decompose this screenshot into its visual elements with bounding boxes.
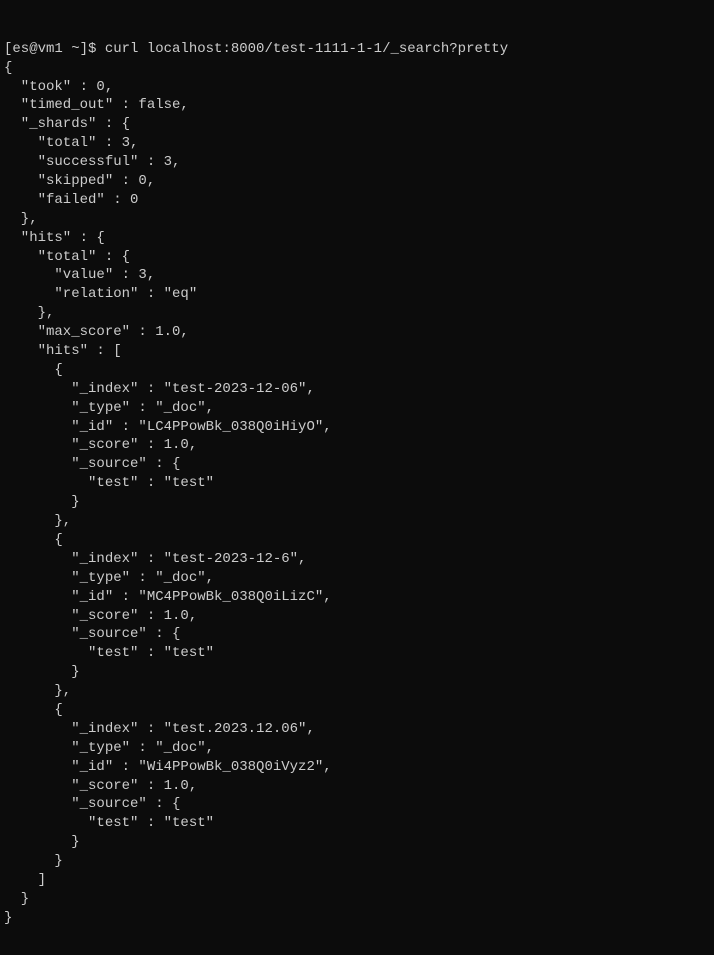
- prompt-user-host: [es@vm1 ~]$: [4, 41, 96, 57]
- output-line: "_index" : "test-2023-12-06",: [4, 380, 710, 399]
- output-line: }: [4, 852, 710, 871]
- output-line: {: [4, 701, 710, 720]
- terminal-output: { "took" : 0, "timed_out" : false, "_sha…: [4, 59, 710, 928]
- output-line: "test" : "test": [4, 814, 710, 833]
- output-line: },: [4, 210, 710, 229]
- output-line: "total" : 3,: [4, 134, 710, 153]
- output-line: "_score" : 1.0,: [4, 436, 710, 455]
- output-line: "value" : 3,: [4, 266, 710, 285]
- output-line: "failed" : 0: [4, 191, 710, 210]
- output-line: "_type" : "_doc",: [4, 569, 710, 588]
- output-line: }: [4, 909, 710, 928]
- output-line: "_id" : "Wi4PPowBk_038Q0iVyz2",: [4, 758, 710, 777]
- prompt-line: [es@vm1 ~]$ curl localhost:8000/test-111…: [4, 40, 710, 59]
- output-line: "_score" : 1.0,: [4, 777, 710, 796]
- output-line: },: [4, 304, 710, 323]
- output-line: }: [4, 833, 710, 852]
- output-line: "total" : {: [4, 248, 710, 267]
- output-line: },: [4, 512, 710, 531]
- output-line: "_shards" : {: [4, 115, 710, 134]
- output-line: {: [4, 531, 710, 550]
- output-line: ]: [4, 871, 710, 890]
- output-line: }: [4, 890, 710, 909]
- output-line: {: [4, 361, 710, 380]
- output-line: },: [4, 682, 710, 701]
- output-line: "test" : "test": [4, 644, 710, 663]
- output-line: "_id" : "MC4PPowBk_038Q0iLizC",: [4, 588, 710, 607]
- output-line: "_index" : "test-2023-12-6",: [4, 550, 710, 569]
- terminal-window[interactable]: [es@vm1 ~]$ curl localhost:8000/test-111…: [0, 0, 714, 955]
- output-line: "timed_out" : false,: [4, 96, 710, 115]
- prompt-command: curl localhost:8000/test-1111-1-1/_searc…: [105, 41, 508, 57]
- output-line: {: [4, 59, 710, 78]
- output-line: "took" : 0,: [4, 78, 710, 97]
- output-line: }: [4, 493, 710, 512]
- output-line: "_source" : {: [4, 455, 710, 474]
- output-line: "successful" : 3,: [4, 153, 710, 172]
- output-line: "_source" : {: [4, 795, 710, 814]
- output-line: "max_score" : 1.0,: [4, 323, 710, 342]
- output-line: "_type" : "_doc",: [4, 399, 710, 418]
- output-line: "_score" : 1.0,: [4, 607, 710, 626]
- output-line: "_index" : "test.2023.12.06",: [4, 720, 710, 739]
- output-line: "_id" : "LC4PPowBk_038Q0iHiyO",: [4, 418, 710, 437]
- output-line: "skipped" : 0,: [4, 172, 710, 191]
- output-line: "_source" : {: [4, 625, 710, 644]
- output-line: "hits" : {: [4, 229, 710, 248]
- output-line: "hits" : [: [4, 342, 710, 361]
- output-line: }: [4, 663, 710, 682]
- output-line: "test" : "test": [4, 474, 710, 493]
- output-line: "relation" : "eq": [4, 285, 710, 304]
- output-line: "_type" : "_doc",: [4, 739, 710, 758]
